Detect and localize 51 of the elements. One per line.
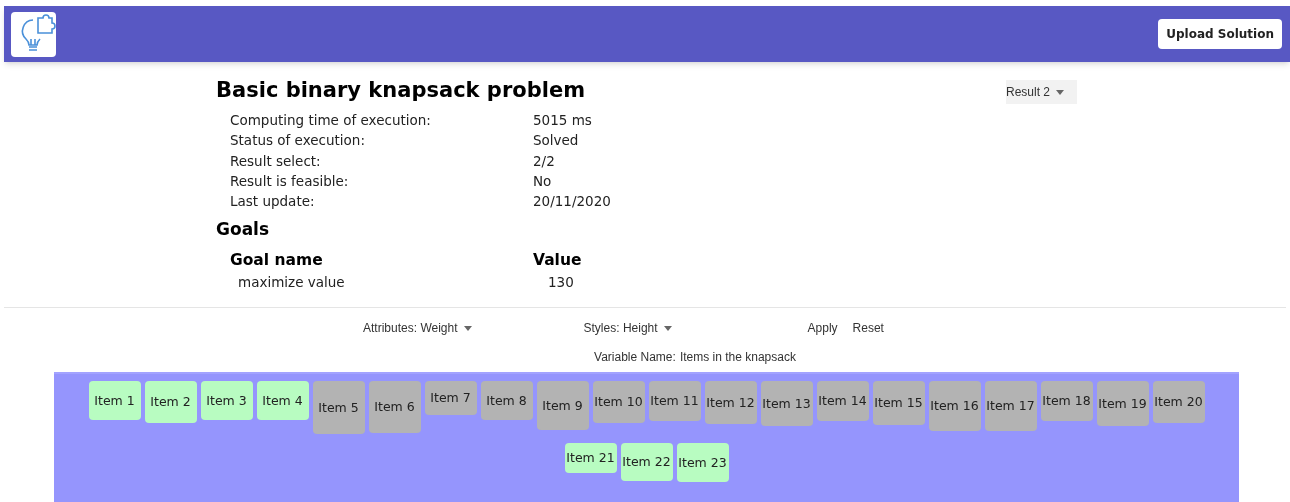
item-tile[interactable]: Item 9 [536, 381, 589, 431]
item-tile[interactable]: Item 13 [760, 381, 813, 427]
goal-value-cell-text: 130 [547, 273, 574, 293]
detail-label: Last update: [230, 192, 316, 212]
reset-button[interactable]: Reset [852, 319, 884, 338]
item-tile[interactable]: Item 16 [928, 381, 981, 432]
detail-value: Solved [533, 131, 579, 151]
item-tile[interactable]: Item 22 [620, 443, 673, 482]
caret-icon [663, 326, 672, 331]
detail-value: 5015 ms [533, 111, 592, 130]
detail-value: 20/11/2020 [533, 192, 611, 212]
detail-label: Status of execution: [230, 131, 366, 151]
caret-icon [463, 326, 472, 331]
result-dropdown[interactable]: Result 2 [1006, 80, 1077, 104]
item-tile[interactable]: Item 1 [88, 381, 141, 421]
upload-solution-button[interactable]: Upload Solution [1158, 19, 1282, 49]
item-tile[interactable]: Item 17 [984, 381, 1037, 432]
column-heading: Value [533, 250, 582, 271]
styles-dropdown[interactable]: Styles: Height [583, 319, 672, 338]
item-tile[interactable]: Item 14 [816, 381, 869, 422]
item-tile[interactable]: Item 2 [144, 381, 197, 424]
item-tile[interactable]: Item 15 [872, 381, 925, 426]
attributes-dropdown[interactable]: Attributes: Weight [363, 319, 472, 338]
item-tile[interactable]: Item 8 [480, 381, 533, 421]
item-tile[interactable]: Item 19 [1096, 381, 1149, 427]
item-tile[interactable]: Item 12 [704, 381, 757, 425]
detail-label: Result is feasible: [230, 171, 350, 191]
goals-heading: Goals [216, 218, 271, 242]
item-tile[interactable]: Item 7 [424, 381, 477, 416]
variable-name-value: Items in the knapsack [679, 349, 796, 367]
item-tile[interactable]: Item 11 [648, 381, 701, 422]
item-tile[interactable]: Item 3 [200, 381, 253, 421]
logo-icon [11, 11, 56, 57]
goal-name-cell-text: maximize value [237, 273, 346, 293]
variable-name-label: Variable Name: [594, 349, 676, 367]
item-tile[interactable]: Item 6 [368, 381, 421, 434]
detail-value: No [533, 171, 552, 191]
item-tile[interactable]: Item 23 [676, 443, 729, 483]
item-tile[interactable]: Item 21 [564, 443, 617, 474]
detail-value: 2/2 [533, 151, 555, 171]
item-tile[interactable]: Item 20 [1152, 381, 1205, 424]
item-tile[interactable]: Item 18 [1040, 381, 1093, 422]
page-title: Basic binary knapsack problem [216, 77, 587, 104]
item-tile[interactable]: Item 10 [592, 381, 645, 424]
apply-button[interactable]: Apply [807, 319, 838, 338]
item-tile[interactable]: Item 5 [312, 381, 365, 435]
item-tile[interactable]: Item 4 [256, 381, 309, 421]
detail-label: Computing time of execution: [230, 111, 432, 130]
caret-icon [1056, 89, 1065, 95]
detail-label: Result select: [230, 151, 322, 171]
column-heading: Goal name [230, 250, 324, 271]
